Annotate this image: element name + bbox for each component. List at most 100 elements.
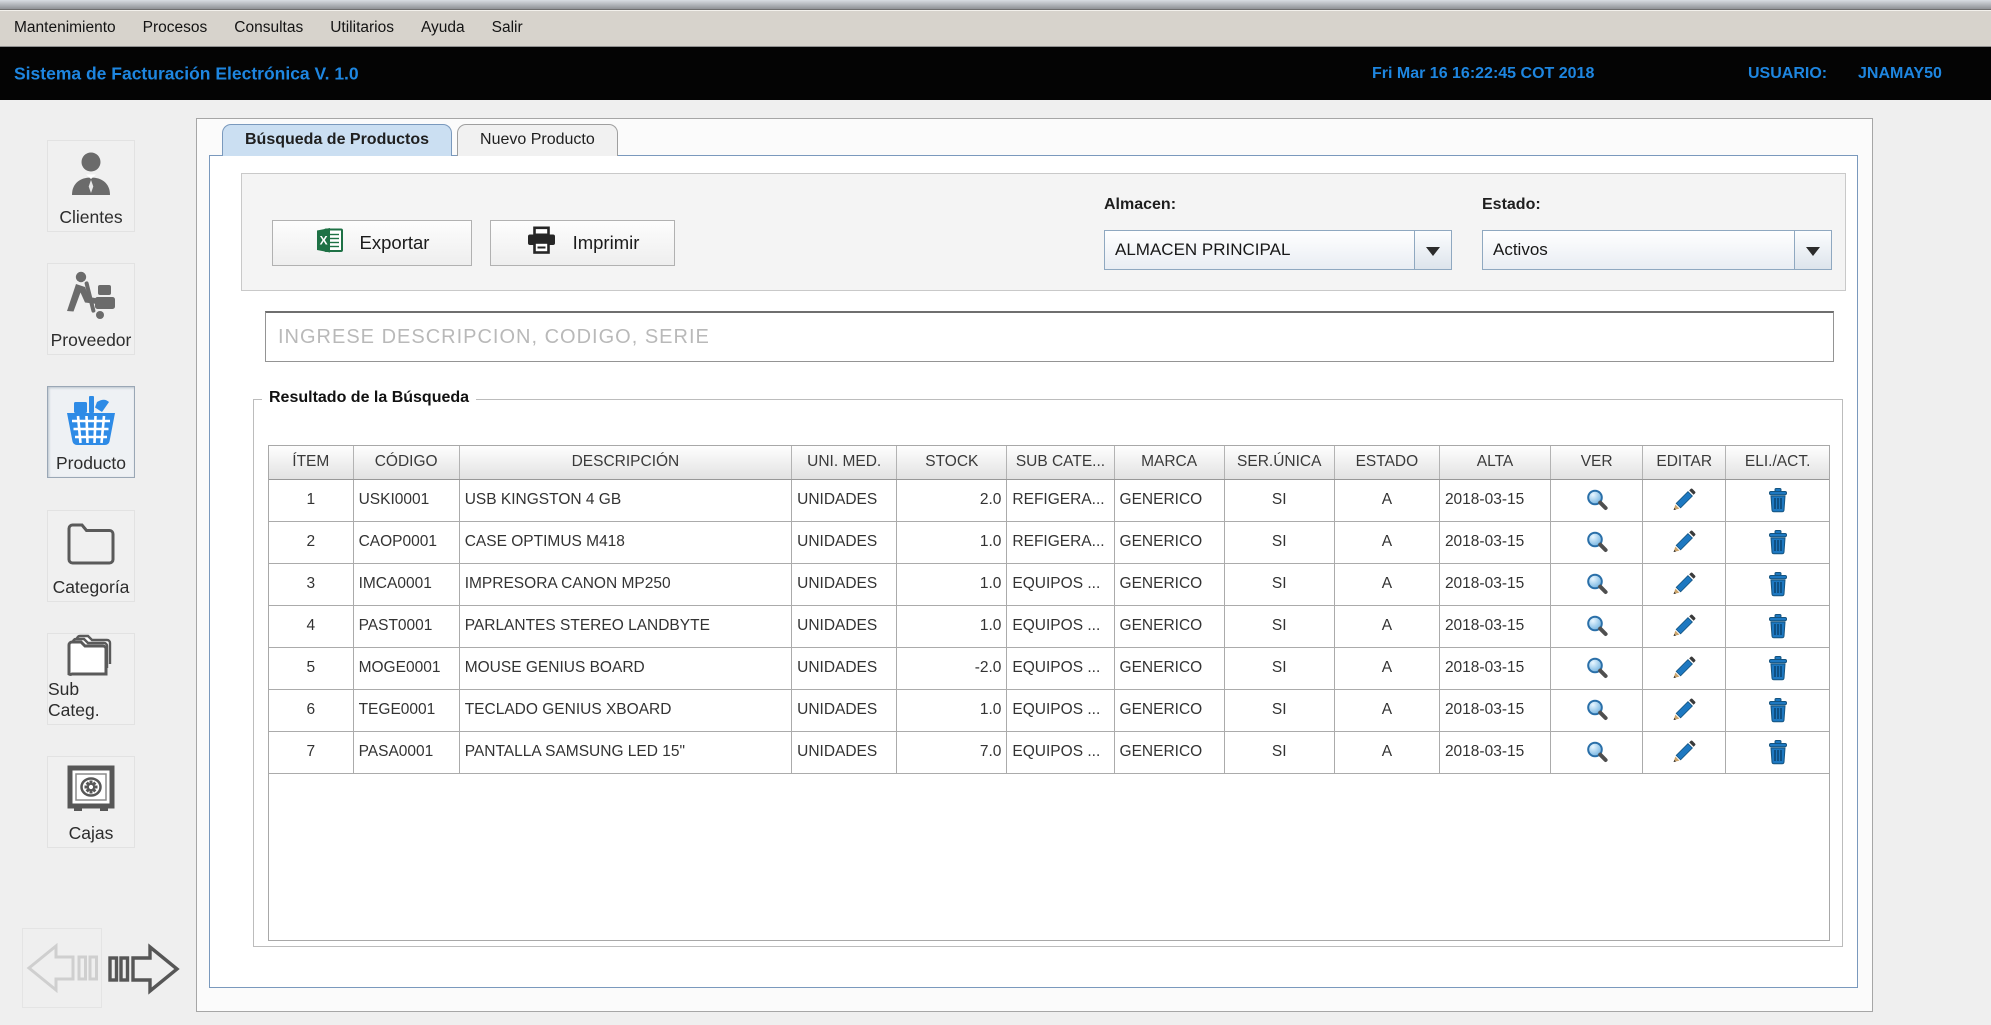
sidebar-item-label: Categoría <box>53 577 130 598</box>
menu-item-mantenimiento[interactable]: Mantenimiento <box>14 19 116 37</box>
table-cell: UNIDADES <box>792 479 897 521</box>
view-magnifier-icon[interactable] <box>1584 655 1610 681</box>
column-header: VER <box>1551 446 1643 479</box>
results-table-container: ÍTEMCÓDIGODESCRIPCIÓNUNI. MED.STOCKSUB C… <box>268 445 1830 941</box>
table-cell: SI <box>1224 689 1334 731</box>
column-header: MARCA <box>1114 446 1224 479</box>
column-header: ESTADO <box>1334 446 1439 479</box>
edit-pencil-icon[interactable] <box>1671 739 1697 765</box>
table-cell: MOGE0001 <box>353 647 459 689</box>
table-cell: UNIDADES <box>792 563 897 605</box>
table-row[interactable]: 2CAOP0001CASE OPTIMUS M418UNIDADES1.0REF… <box>269 521 1829 563</box>
view-magnifier-icon[interactable] <box>1584 487 1610 513</box>
export-button[interactable]: X Exportar <box>272 220 472 266</box>
column-header: SUB CATE... <box>1007 446 1114 479</box>
table-cell: 7.0 <box>897 731 1007 773</box>
forward-arrow-icon[interactable] <box>106 936 184 1002</box>
search-input[interactable] <box>265 311 1834 362</box>
delete-trash-icon[interactable] <box>1765 571 1791 597</box>
table-row[interactable]: 1USKI0001USB KINGSTON 4 GBUNIDADES2.0REF… <box>269 479 1829 521</box>
table-action-cell <box>1551 731 1643 773</box>
edit-pencil-icon[interactable] <box>1671 487 1697 513</box>
menu-item-consultas[interactable]: Consultas <box>234 19 303 37</box>
sidebar-item-label: Producto <box>56 453 126 474</box>
edit-pencil-icon[interactable] <box>1671 571 1697 597</box>
estado-select[interactable]: Activos <box>1482 230 1832 270</box>
table-cell: PAST0001 <box>353 605 459 647</box>
table-action-cell <box>1551 689 1643 731</box>
app-title-bar: Sistema de Facturación Electrónica V. 1.… <box>0 47 1991 100</box>
column-header: UNI. MED. <box>792 446 897 479</box>
view-magnifier-icon[interactable] <box>1584 739 1610 765</box>
excel-icon: X <box>315 227 344 259</box>
sidebar-item-categoria[interactable]: Categoría <box>47 510 135 602</box>
edit-pencil-icon[interactable] <box>1671 697 1697 723</box>
tab-nuevo-producto[interactable]: Nuevo Producto <box>457 124 618 156</box>
table-cell: 1.0 <box>897 521 1007 563</box>
table-action-cell <box>1643 563 1726 605</box>
view-magnifier-icon[interactable] <box>1584 613 1610 639</box>
column-header: STOCK <box>897 446 1007 479</box>
column-header: ELI./ACT. <box>1726 446 1829 479</box>
table-cell: TEGE0001 <box>353 689 459 731</box>
sidebar-item-label: Proveedor <box>51 330 132 351</box>
table-row[interactable]: 3IMCA0001IMPRESORA CANON MP250UNIDADES1.… <box>269 563 1829 605</box>
person-icon <box>65 141 117 207</box>
table-cell: A <box>1334 521 1439 563</box>
delete-trash-icon[interactable] <box>1765 697 1791 723</box>
table-cell: UNIDADES <box>792 689 897 731</box>
table-action-cell <box>1551 647 1643 689</box>
table-cell: 4 <box>269 605 353 647</box>
view-magnifier-icon[interactable] <box>1584 571 1610 597</box>
table-cell: SI <box>1224 605 1334 647</box>
view-magnifier-icon[interactable] <box>1584 697 1610 723</box>
sidebar-item-producto[interactable]: Producto <box>47 386 135 478</box>
printer-icon <box>526 226 557 260</box>
table-cell: IMCA0001 <box>353 563 459 605</box>
edit-pencil-icon[interactable] <box>1671 655 1697 681</box>
table-row[interactable]: 5MOGE0001MOUSE GENIUS BOARDUNIDADES-2.0E… <box>269 647 1829 689</box>
results-group-title: Resultado de la Búsqueda <box>262 389 476 407</box>
table-cell: 1 <box>269 479 353 521</box>
sidebar-item-proveedor[interactable]: Proveedor <box>47 263 135 355</box>
menu-item-ayuda[interactable]: Ayuda <box>421 19 465 37</box>
delete-trash-icon[interactable] <box>1765 529 1791 555</box>
delete-trash-icon[interactable] <box>1765 655 1791 681</box>
sidebar-item-subcateg[interactable]: Sub Categ. <box>47 633 135 725</box>
delete-trash-icon[interactable] <box>1765 613 1791 639</box>
export-button-label: Exportar <box>360 232 430 254</box>
view-magnifier-icon[interactable] <box>1584 529 1610 555</box>
almacen-select[interactable]: ALMACEN PRINCIPAL <box>1104 230 1452 270</box>
table-action-cell <box>1643 731 1726 773</box>
print-button-label: Imprimir <box>573 232 640 254</box>
delete-trash-icon[interactable] <box>1765 739 1791 765</box>
table-action-cell <box>1726 479 1829 521</box>
sidebar-item-clientes[interactable]: Clientes <box>47 140 135 232</box>
table-cell: GENERICO <box>1114 647 1224 689</box>
table-cell: GENERICO <box>1114 689 1224 731</box>
delete-trash-icon[interactable] <box>1765 487 1791 513</box>
table-cell: USB KINGSTON 4 GB <box>459 479 791 521</box>
table-cell: A <box>1334 479 1439 521</box>
table-action-cell <box>1643 605 1726 647</box>
table-cell: TECLADO GENIUS XBOARD <box>459 689 791 731</box>
table-row[interactable]: 4PAST0001PARLANTES STEREO LANDBYTEUNIDAD… <box>269 605 1829 647</box>
menu-item-utilitarios[interactable]: Utilitarios <box>330 19 394 37</box>
estado-label: Estado: <box>1482 196 1541 214</box>
back-arrow-icon <box>22 928 102 1008</box>
print-button[interactable]: Imprimir <box>490 220 675 266</box>
sidebar-item-label: Clientes <box>59 207 122 228</box>
table-row[interactable]: 7PASA0001PANTALLA SAMSUNG LED 15"UNIDADE… <box>269 731 1829 773</box>
menu-item-procesos[interactable]: Procesos <box>143 19 208 37</box>
tab-busqueda-de-productos[interactable]: Búsqueda de Productos <box>222 124 452 156</box>
edit-pencil-icon[interactable] <box>1671 529 1697 555</box>
menu-item-salir[interactable]: Salir <box>492 19 523 37</box>
sidebar-item-cajas[interactable]: Cajas <box>47 756 135 848</box>
table-cell: 2018-03-15 <box>1439 605 1550 647</box>
table-action-cell <box>1551 563 1643 605</box>
table-cell: PASA0001 <box>353 731 459 773</box>
table-row[interactable]: 6TEGE0001TECLADO GENIUS XBOARDUNIDADES1.… <box>269 689 1829 731</box>
table-cell: A <box>1334 563 1439 605</box>
table-action-cell <box>1551 521 1643 563</box>
edit-pencil-icon[interactable] <box>1671 613 1697 639</box>
